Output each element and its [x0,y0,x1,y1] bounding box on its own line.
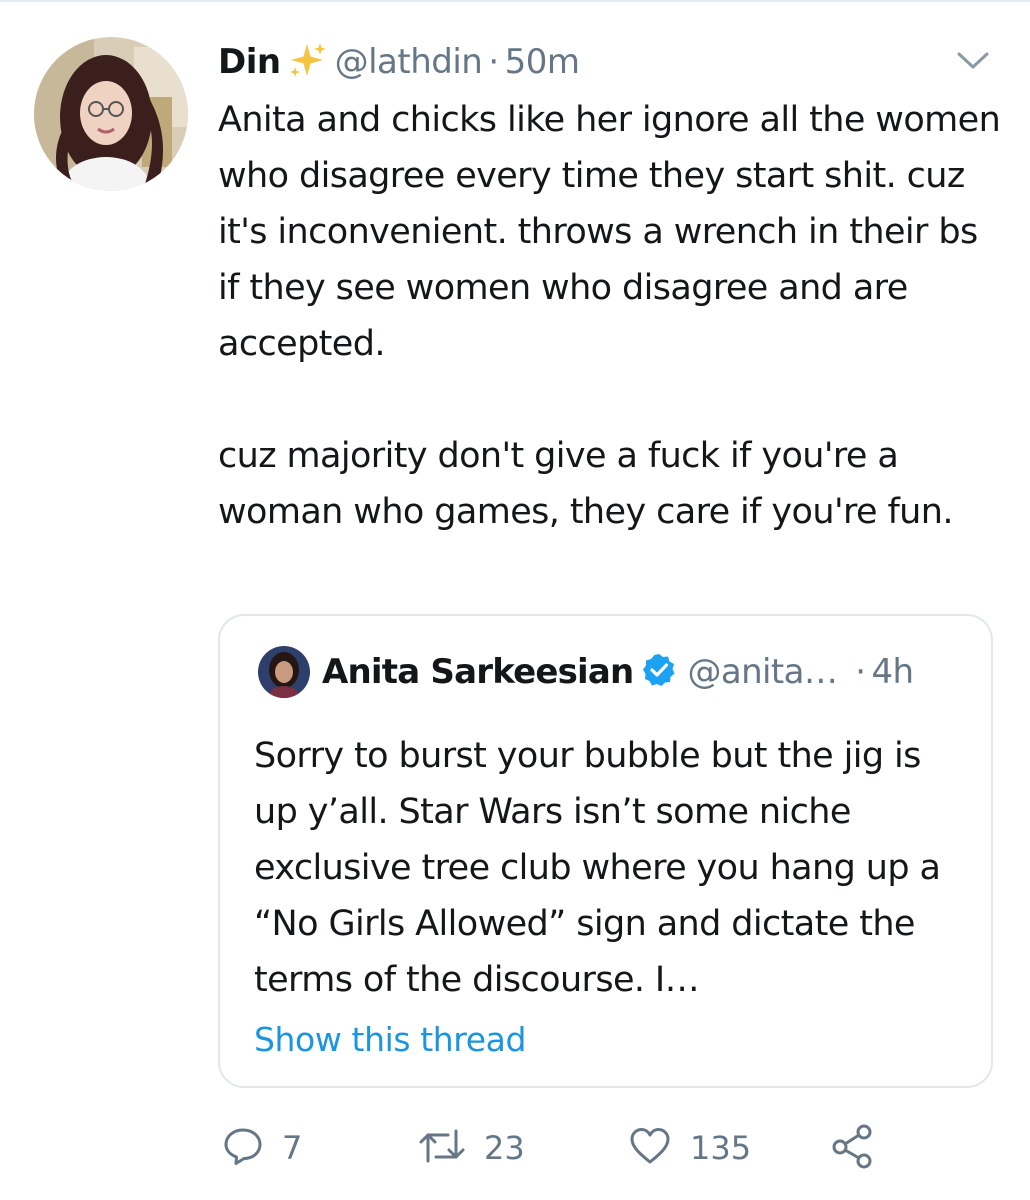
header-separator: · [488,42,499,82]
share-button[interactable] [830,1120,876,1176]
retweet-icon [418,1125,466,1171]
quoted-author-avatar [258,646,310,698]
tweet-text-paragraph-2: cuz majority don't give a fuck if you're… [218,436,953,532]
quoted-author-display-name: Anita Sarkeesian [322,652,634,692]
show-thread-link[interactable]: Show this thread [254,1020,526,1059]
like-icon [628,1125,672,1171]
quoted-header-separator: · [855,652,866,692]
share-icon [830,1123,876,1173]
quoted-tweet-text: Sorry to burst your bubble but the jig i… [254,736,941,1000]
verified-badge-icon [641,652,677,692]
like-button[interactable]: 135 [628,1120,751,1176]
author-display-name[interactable]: Din [218,42,281,82]
tweet-text: Anita and chicks like her ignore all the… [218,100,1001,364]
reply-count: 7 [282,1129,303,1167]
tweet-header: Din @lathdin · 50m [218,36,580,88]
quoted-tweet-card[interactable]: Anita Sarkeesian @anita… · 4h Sorry to b… [218,614,993,1088]
quoted-tweet-header: Anita Sarkeesian @anita… · 4h [322,644,914,700]
like-count: 135 [690,1129,752,1167]
tweet-action-bar: 7 23 135 [218,1120,1008,1176]
top-divider [0,0,1030,2]
reply-button[interactable]: 7 [222,1120,302,1176]
tweet-timestamp[interactable]: 50m [505,42,580,82]
author-avatar[interactable] [34,37,188,191]
quoted-author-handle: @anita… [687,652,838,692]
retweet-button[interactable]: 23 [418,1120,525,1176]
sparkles-icon [287,40,327,84]
author-handle[interactable]: @lathdin [335,42,483,82]
reply-icon [222,1125,264,1171]
retweet-count: 23 [484,1129,525,1167]
quoted-tweet-timestamp: 4h [871,652,914,692]
chevron-down-icon[interactable] [953,46,993,74]
